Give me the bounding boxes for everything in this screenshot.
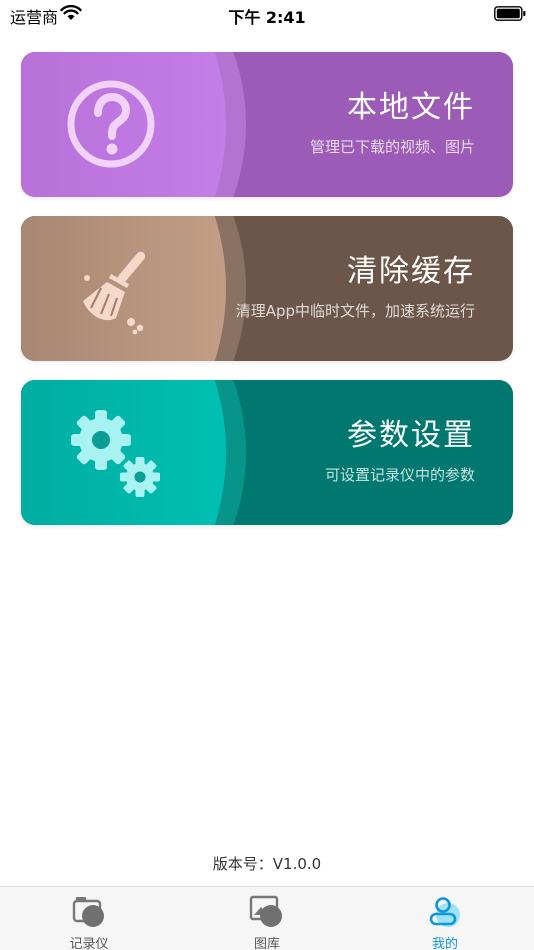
camera-icon xyxy=(72,897,104,927)
card-subtitle: 清理App中临时文件，加速系统运行 xyxy=(235,302,475,320)
settings-card[interactable]: 参数设置 可设置记录仪中的参数 xyxy=(21,380,513,525)
tab-label: 图库 xyxy=(253,937,280,950)
gallery-icon xyxy=(249,895,282,927)
status-bar: 运营商 下午 2:41 xyxy=(0,0,534,30)
card-title: 本地文件 xyxy=(347,90,475,125)
tab-gallery[interactable]: 图库 xyxy=(178,887,356,950)
tab-mine[interactable]: 我的 xyxy=(356,887,534,950)
broom-icon xyxy=(83,251,146,335)
version-label: 版本号：V1.0.0 xyxy=(212,855,322,873)
tab-recorder[interactable]: 记录仪 xyxy=(0,887,178,950)
card-title: 清除缓存 xyxy=(347,254,475,289)
tab-bar: 记录仪 图库 我的 xyxy=(0,886,534,950)
card-subtitle: 管理已下载的视频、图片 xyxy=(309,138,475,156)
card-title: 参数设置 xyxy=(347,418,475,453)
tab-label: 我的 xyxy=(431,937,458,950)
clear-cache-card[interactable]: 清除缓存 清理App中临时文件，加速系统运行 xyxy=(21,216,513,361)
question-circle-icon xyxy=(67,80,155,168)
battery-icon xyxy=(494,6,526,21)
user-icon xyxy=(429,897,460,927)
gears-icon xyxy=(71,410,160,497)
card-subtitle: 可设置记录仪中的参数 xyxy=(324,466,475,484)
status-time: 下午 2:41 xyxy=(228,8,306,27)
local-files-card[interactable]: 本地文件 管理已下载的视频、图片 xyxy=(21,52,513,197)
tab-label: 记录仪 xyxy=(69,937,109,950)
